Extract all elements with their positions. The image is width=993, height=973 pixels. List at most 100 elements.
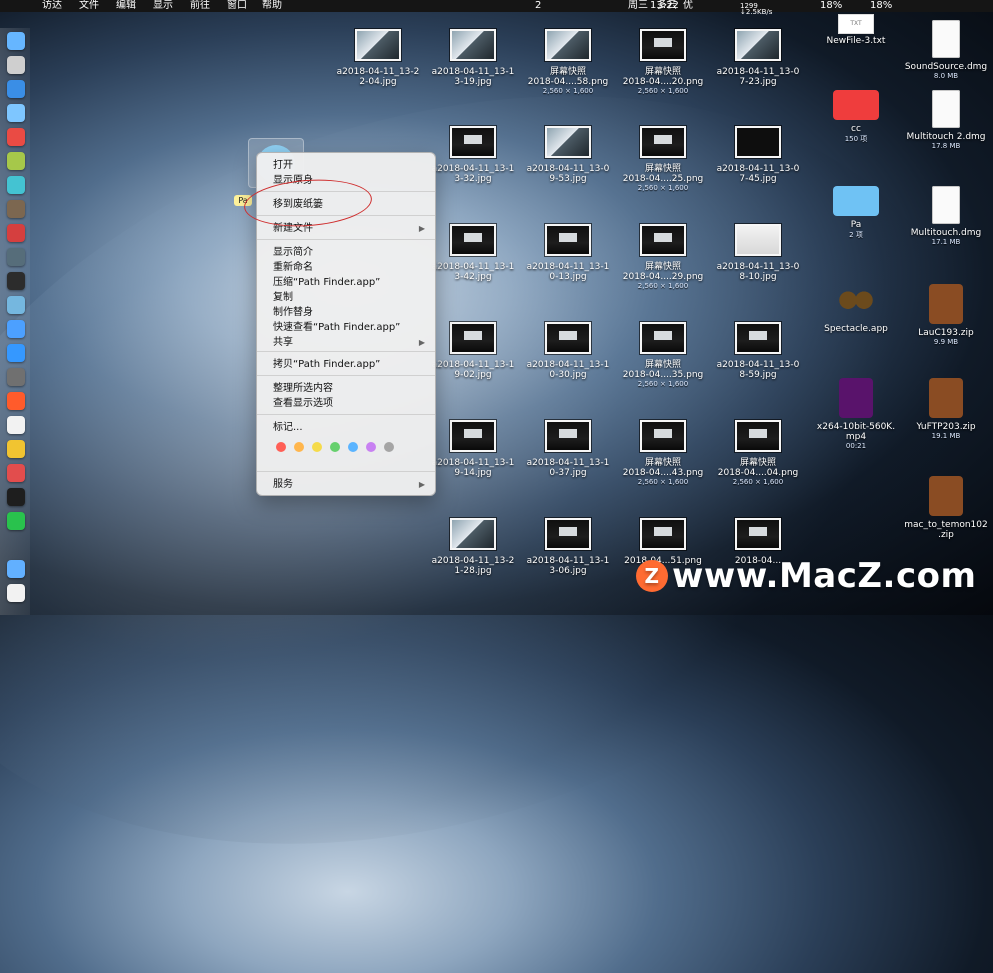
desktop-file[interactable]: 屏幕快照 2018-04....20.png 2,560 × 1,600	[611, 29, 715, 95]
desktop-file[interactable]: a2018-04-11_13-2 1-28.jpg	[421, 518, 525, 576]
menu-item-duplicate[interactable]: 复制	[273, 291, 425, 305]
trash-icon[interactable]	[7, 584, 25, 602]
monitor-icon[interactable]	[7, 248, 25, 266]
menu-item-open[interactable]: 打开	[273, 159, 425, 173]
battery-label: 18%	[820, 0, 843, 11]
weather-label: 多云	[657, 0, 677, 11]
tag-orange-icon[interactable]	[294, 442, 304, 452]
desktop-file[interactable]: Multitouch.dmg 17.1 MB	[894, 186, 993, 246]
desktop-file[interactable]: 屏幕快照 2018-04....58.png 2,560 × 1,600	[516, 29, 620, 95]
desktop-file[interactable]: a2018-04-11_13-0 8-59.jpg	[706, 322, 810, 380]
chat-count: 2	[535, 0, 542, 11]
desktop-file[interactable]: a2018-04-11_13-1 3-19.jpg	[421, 29, 525, 87]
menu-item-rename[interactable]: 重新命名	[273, 261, 425, 275]
submenu-arrow-icon: ▶	[418, 480, 425, 489]
desktop-file[interactable]: TXT NewFile-3.txt	[804, 14, 908, 46]
desktop-file[interactable]: 屏幕快照 2018-04....04.png 2,560 × 1,600	[706, 420, 810, 486]
android-icon[interactable]	[7, 152, 25, 170]
settings-icon[interactable]	[7, 368, 25, 386]
desktop-file[interactable]: a2018-04-11_13-2 2-04.jpg	[326, 29, 430, 87]
chrome-icon[interactable]	[7, 440, 25, 458]
menu-finder[interactable]: 访达	[42, 0, 62, 12]
macz-logo-icon: Z	[636, 560, 668, 592]
desktop-app[interactable]: Spectacle.app	[804, 284, 908, 334]
menu-file[interactable]: 文件	[79, 0, 99, 12]
watermark: Z www.MacZ.com	[636, 556, 976, 608]
yandex-icon[interactable]	[7, 416, 25, 434]
battery-label-2: 18%	[870, 0, 893, 11]
tag-purple-icon[interactable]	[366, 442, 376, 452]
red-app-icon[interactable]	[7, 224, 25, 242]
launchpad-icon[interactable]	[7, 56, 25, 74]
menu-item-services[interactable]: 服务 ▶	[273, 478, 425, 492]
submenu-arrow-icon: ▶	[418, 224, 425, 233]
desktop-file[interactable]: a2018-04-11_13-0 7-23.jpg	[706, 29, 810, 87]
desktop-file[interactable]: a2018-04-11_13-1 0-30.jpg	[516, 322, 620, 380]
desktop-file[interactable]: a2018-04-11_13-1 9-14.jpg	[421, 420, 525, 478]
menu-item-view-options[interactable]: 查看显示选项	[273, 397, 425, 411]
finder-icon[interactable]	[7, 32, 25, 50]
desktop-file[interactable]: 屏幕快照 2018-04....35.png 2,560 × 1,600	[611, 322, 715, 388]
menu-separator	[257, 414, 435, 415]
desktop-file[interactable]: a2018-04-11_13-1 3-42.jpg	[421, 224, 525, 282]
tag-gray-icon[interactable]	[384, 442, 394, 452]
music-icon[interactable]	[7, 128, 25, 146]
menu-item-tags[interactable]: 标记...	[273, 421, 425, 435]
tag-green-icon[interactable]	[330, 442, 340, 452]
desktop-file[interactable]: a2018-04-11_13-0 8-10.jpg	[706, 224, 810, 282]
desktop-file[interactable]: Multitouch 2.dmg 17.8 MB	[894, 90, 993, 150]
download-icon[interactable]	[7, 320, 25, 338]
preview-icon[interactable]	[7, 104, 25, 122]
desktop-file[interactable]: LauC193.zip 9.9 MB	[894, 284, 993, 346]
desktop-file[interactable]: a2018-04-11_13-0 7-45.jpg	[706, 126, 810, 184]
menu-item-compress[interactable]: 压缩“Path Finder.app”	[273, 276, 425, 290]
desktop-file[interactable]: 屏幕快照 2018-04....43.png 2,560 × 1,600	[611, 420, 715, 486]
tag-red-icon[interactable]	[276, 442, 286, 452]
desktop-file[interactable]: a2018-04-11_13-1 0-13.jpg	[516, 224, 620, 282]
menu-item-clean-up[interactable]: 整理所选内容	[273, 382, 425, 396]
day-label: 周三	[628, 0, 648, 11]
menu-item-quick-look[interactable]: 快速查看“Path Finder.app”	[273, 321, 425, 335]
desktop-file[interactable]: 屏幕快照 2018-04....25.png 2,560 × 1,600	[611, 126, 715, 192]
desktop-file[interactable]: SoundSource.dmg 8.0 MB	[894, 20, 993, 80]
tag-blue-icon[interactable]	[348, 442, 358, 452]
network-speed: ↓2.5KB/s	[740, 8, 773, 16]
desktop-file[interactable]: a2018-04-11_13-1 9-02.jpg	[421, 322, 525, 380]
folder-icon[interactable]	[7, 560, 25, 578]
desktop-folder[interactable]: cc 150 项	[804, 90, 908, 144]
desktop-file[interactable]: 屏幕快照 2018-04....29.png 2,560 × 1,600	[611, 224, 715, 290]
vivaldi-icon[interactable]	[7, 464, 25, 482]
menu-item-get-info[interactable]: 显示简介	[273, 246, 425, 260]
console-icon[interactable]	[7, 488, 25, 506]
menu-item-copy[interactable]: 拷贝“Path Finder.app”	[273, 358, 425, 372]
menu-go[interactable]: 前往	[190, 0, 210, 12]
transfer-icon[interactable]	[7, 176, 25, 194]
menu-item-share[interactable]: 共享 ▶	[273, 336, 425, 350]
watermark-text: www.MacZ.com	[672, 556, 977, 596]
menu-separator	[257, 239, 435, 240]
desktop-file[interactable]: mac_to_temon102 .zip	[894, 476, 993, 540]
menu-help[interactable]: 帮助	[262, 0, 282, 12]
desktop-file[interactable]: a2018-04-11_13-1 0-37.jpg	[516, 420, 620, 478]
orange-app-icon[interactable]	[7, 392, 25, 410]
menu-edit[interactable]: 编辑	[116, 0, 136, 12]
desktop-file[interactable]: a2018-04-11_13-1 3-32.jpg	[421, 126, 525, 184]
menu-separator	[257, 351, 435, 352]
desktop-folder[interactable]: Pa 2 项	[804, 186, 908, 240]
appstore-icon[interactable]	[7, 344, 25, 362]
editor-icon[interactable]	[7, 296, 25, 314]
photos-icon[interactable]	[7, 200, 25, 218]
desktop-file[interactable]: YuFTP203.zip 19.1 MB	[894, 378, 993, 440]
safari-icon[interactable]	[7, 80, 25, 98]
tag-yellow-icon[interactable]	[312, 442, 322, 452]
menu-view[interactable]: 显示	[153, 0, 173, 12]
desktop-file[interactable]: a2018-04-11_13-0 9-53.jpg	[516, 126, 620, 184]
desktop-file[interactable]: a2018-04-11_13-1 3-06.jpg	[516, 518, 620, 576]
terminal-icon[interactable]	[7, 272, 25, 290]
weather-label-2: 优	[683, 0, 693, 11]
menu-item-make-alias[interactable]: 制作替身	[273, 306, 425, 320]
wechat-icon[interactable]	[7, 512, 25, 530]
menu-window[interactable]: 窗口	[227, 0, 247, 12]
submenu-arrow-icon: ▶	[418, 338, 425, 347]
desktop-file[interactable]: x264-10bit-560K. mp4 00:21	[804, 378, 908, 450]
